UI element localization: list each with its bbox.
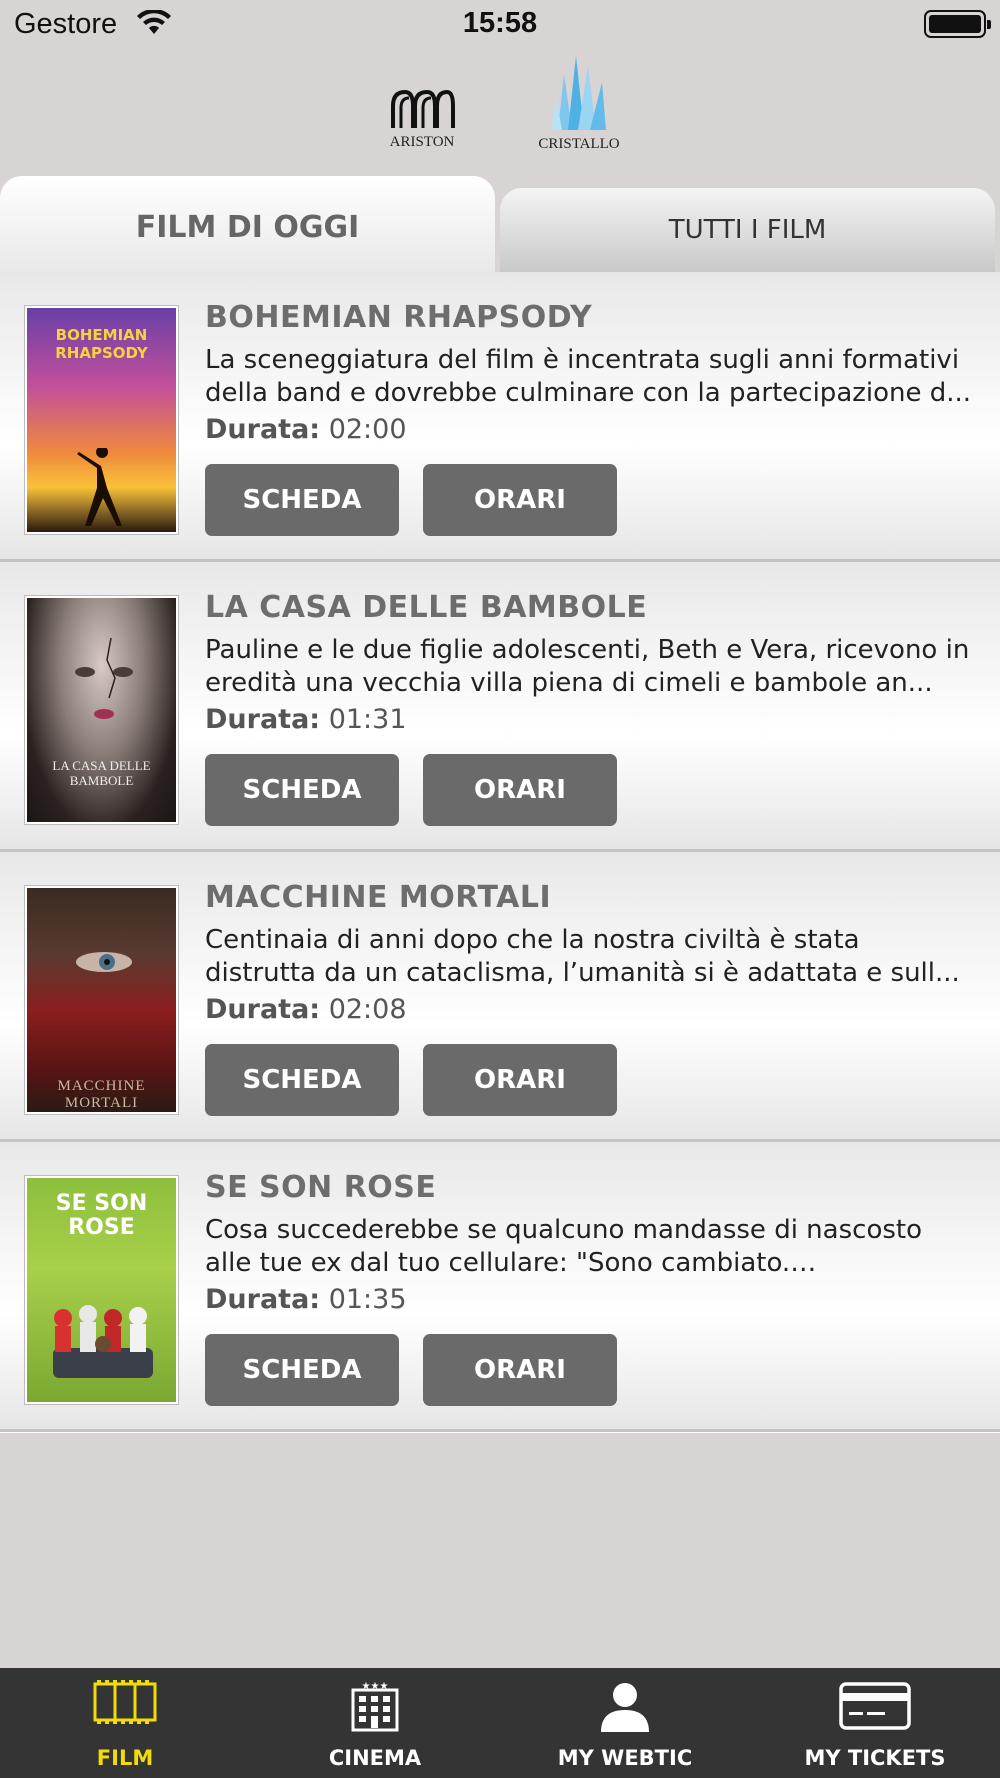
scheda-button[interactable]: SCHEDA — [205, 1044, 399, 1116]
tabbar-label: FILM — [96, 1746, 154, 1770]
movie-synopsis: Pauline e le due figlie adolescenti, Bet… — [205, 635, 970, 698]
poster-face — [75, 638, 133, 719]
movie-poster[interactable]: LA CASA DELLE BAMBOLE — [25, 596, 178, 824]
card-icon — [839, 1682, 911, 1730]
tabbar-item-cinema[interactable]: ★★★ CINEMA — [250, 1668, 500, 1778]
tabbar-item-my-tickets[interactable]: MY TICKETS — [750, 1668, 1000, 1778]
poster-people — [53, 1305, 153, 1378]
orari-button[interactable]: ORARI — [423, 464, 617, 536]
duration-label: Durata: — [205, 1284, 321, 1315]
duration-label: Durata: — [205, 994, 321, 1025]
movie-synopsis: La sceneggiatura del film è incentrata s… — [205, 345, 972, 408]
tabbar-item-film[interactable]: FILM — [0, 1668, 250, 1778]
user-icon — [601, 1683, 649, 1732]
ariston-logo-mark — [391, 89, 455, 128]
poster-title: BOHEMIAN RHAPSODY — [55, 326, 148, 362]
movie-title: SE SON ROSE — [205, 1170, 437, 1205]
ariston-label: ARISTON — [389, 134, 455, 150]
orari-button[interactable]: ORARI — [423, 754, 617, 826]
duration-label: Durata: — [205, 414, 321, 445]
movie-item: LA CASA DELLE BAMBOLE LA CASA DELLE BAMB… — [0, 562, 1000, 852]
film-icon — [93, 1680, 157, 1724]
tabbar-label: MY TICKETS — [804, 1746, 946, 1770]
scheda-button[interactable]: SCHEDA — [205, 754, 399, 826]
cinema-logos: ARISTON CRISTALLO — [0, 52, 1000, 156]
poster-silhouette — [77, 448, 122, 526]
movie-item: SE SON ROSE SE SON ROSE Cosa succederebb… — [0, 1142, 1000, 1432]
orari-button[interactable]: ORARI — [423, 1044, 617, 1116]
tabbar-label: CINEMA — [328, 1746, 422, 1770]
poster-title: MACCHINE MORTALI — [57, 1078, 146, 1111]
cristallo-label: CRISTALLO — [538, 136, 620, 152]
cristallo-logo-mark — [552, 56, 606, 130]
movie-duration: Durata: 01:35 — [205, 1284, 407, 1315]
movie-synopsis: Cosa succederebbe se qualcuno mandasse d… — [205, 1215, 922, 1278]
movie-item: MACCHINE MORTALI MACCHINE MORTALI Centin… — [0, 852, 1000, 1142]
movie-title: LA CASA DELLE BAMBOLE — [205, 590, 648, 625]
cristallo-logo[interactable]: CRISTALLO — [534, 52, 624, 153]
movie-poster[interactable]: MACCHINE MORTALI — [25, 886, 178, 1114]
movie-poster[interactable]: SE SON ROSE — [25, 1176, 178, 1404]
battery-icon — [924, 10, 991, 38]
duration-value: 02:08 — [328, 994, 407, 1025]
duration-label: Durata: — [205, 704, 321, 735]
scheda-button[interactable]: SCHEDA — [205, 464, 399, 536]
duration-value: 02:00 — [328, 414, 407, 445]
orari-button[interactable]: ORARI — [423, 1334, 617, 1406]
status-time: 15:58 — [462, 7, 538, 39]
cinema-building-icon: ★★★ — [351, 1681, 399, 1732]
ariston-logo[interactable]: ARISTON — [382, 86, 462, 151]
scheda-button[interactable]: SCHEDA — [205, 1334, 399, 1406]
duration-value: 01:31 — [328, 704, 407, 735]
bottom-tab-bar: FILM ★★★ CINEMA MY WEBTIC MY TICKETS — [0, 1668, 1000, 1778]
status-bar: Gestore 15:58 — [0, 0, 1000, 50]
movie-poster[interactable]: BOHEMIAN RHAPSODY — [25, 306, 178, 534]
tabbar-item-my-webtic[interactable]: MY WEBTIC — [500, 1668, 750, 1778]
tab-tutti-i-film[interactable]: TUTTI I FILM — [500, 188, 995, 272]
poster-title: LA CASA DELLE BAMBOLE — [52, 758, 151, 788]
movie-duration: Durata: 02:00 — [205, 414, 407, 445]
poster-title: SE SON ROSE — [55, 1191, 148, 1240]
duration-value: 01:35 — [328, 1284, 407, 1315]
movie-synopsis: Centinaia di anni dopo che la nostra civ… — [205, 925, 960, 988]
movie-title: BOHEMIAN RHAPSODY — [205, 300, 593, 335]
tab-film-di-oggi[interactable]: FILM DI OGGI — [0, 176, 495, 274]
movie-title: MACCHINE MORTALI — [205, 880, 552, 915]
movie-duration: Durata: 01:31 — [205, 704, 407, 735]
tabbar-label: MY WEBTIC — [557, 1746, 693, 1770]
movie-list: BOHEMIAN RHAPSODY BOHEMIAN RHAPSODY La s… — [0, 272, 1000, 1432]
movie-duration: Durata: 02:08 — [205, 994, 407, 1025]
movie-item: BOHEMIAN RHAPSODY BOHEMIAN RHAPSODY La s… — [0, 272, 1000, 562]
poster-eye — [76, 952, 132, 972]
